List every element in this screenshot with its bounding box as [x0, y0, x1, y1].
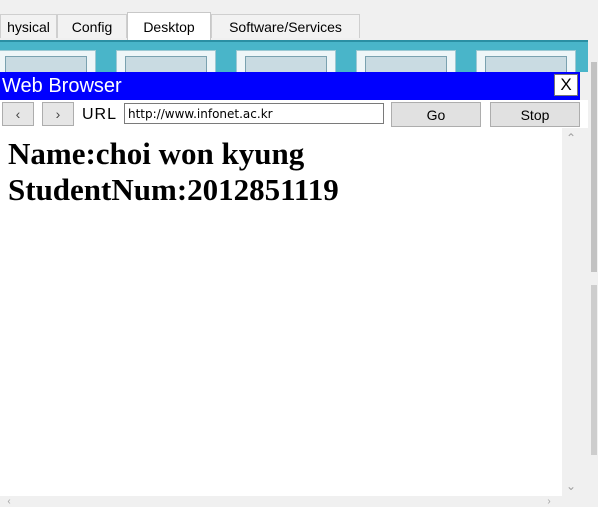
tab-desktop-label: Desktop: [143, 18, 195, 35]
close-button[interactable]: X: [554, 74, 578, 96]
desktop-app-icon[interactable]: [236, 50, 336, 72]
url-label: URL: [82, 106, 118, 123]
browser-nav-bar: ‹ › URL Go Stop: [0, 100, 588, 128]
tab-software-services[interactable]: Software/Services: [211, 14, 360, 38]
tab-bar: hysical Config Desktop Software/Services: [0, 0, 598, 40]
student-name-text: Name:choi won kyung: [8, 136, 305, 171]
page-content: Name:choi won kyung StudentNum:201285111…: [0, 128, 562, 496]
url-input[interactable]: [124, 103, 384, 124]
desktop-apps-strip: [0, 40, 588, 72]
tab-config[interactable]: Config: [57, 14, 127, 38]
tab-physical[interactable]: hysical: [0, 14, 57, 38]
content-vertical-scrollbar[interactable]: ⌃ ⌄: [562, 128, 580, 496]
forward-button[interactable]: ›: [42, 102, 74, 126]
close-icon: X: [560, 75, 572, 94]
stop-button-label: Stop: [520, 106, 550, 123]
chevron-left-icon: ‹: [15, 106, 21, 122]
scrollbar-thumb[interactable]: [591, 62, 597, 272]
desktop-app-icon[interactable]: [476, 50, 576, 72]
tab-desktop[interactable]: Desktop: [127, 12, 211, 40]
desktop-app-icon[interactable]: [356, 50, 456, 72]
scroll-down-icon[interactable]: ⌄: [562, 478, 580, 494]
student-number-text: StudentNum:2012851119: [8, 172, 339, 207]
tab-config-label: Config: [71, 18, 113, 35]
go-button-label: Go: [426, 106, 446, 123]
browser-title-bar: Web Browser X: [0, 72, 580, 100]
window-vertical-scrollbar[interactable]: [588, 40, 598, 507]
browser-title: Web Browser: [2, 75, 122, 97]
scroll-up-icon[interactable]: ⌃: [562, 130, 580, 146]
tab-software-services-label: Software/Services: [229, 18, 342, 35]
chevron-right-icon: ›: [55, 106, 61, 122]
scroll-right-icon[interactable]: ›: [542, 496, 556, 507]
tab-physical-label: hysical: [7, 18, 50, 35]
go-button[interactable]: Go: [391, 102, 481, 127]
desktop-app-icon[interactable]: [0, 50, 96, 72]
scrollbar-track-segment: [591, 285, 597, 455]
window-horizontal-scrollbar[interactable]: ‹ ›: [0, 496, 588, 507]
back-button[interactable]: ‹: [2, 102, 34, 126]
stop-button[interactable]: Stop: [490, 102, 580, 127]
desktop-app-icon[interactable]: [116, 50, 216, 72]
scroll-left-icon[interactable]: ‹: [2, 496, 16, 507]
